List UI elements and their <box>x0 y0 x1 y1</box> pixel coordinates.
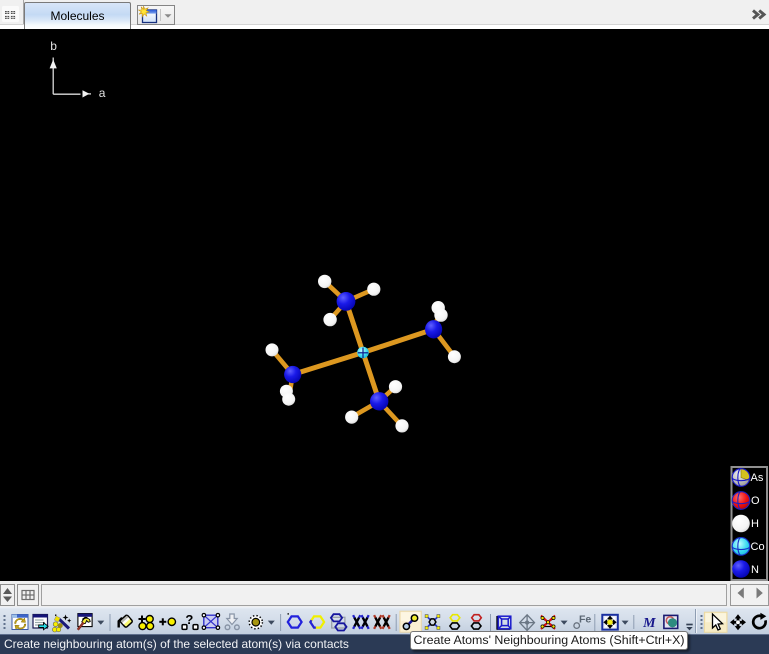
svg-text:H: H <box>751 518 759 530</box>
svg-text:Co: Co <box>751 541 765 553</box>
svg-text:M: M <box>642 616 656 631</box>
svg-text:Fe: Fe <box>579 614 591 626</box>
svg-text:a: a <box>99 86 106 100</box>
svg-text:N: N <box>751 564 759 576</box>
svg-text:O: O <box>751 495 760 507</box>
svg-text:As: As <box>751 472 764 484</box>
svg-text:b: b <box>50 39 57 53</box>
